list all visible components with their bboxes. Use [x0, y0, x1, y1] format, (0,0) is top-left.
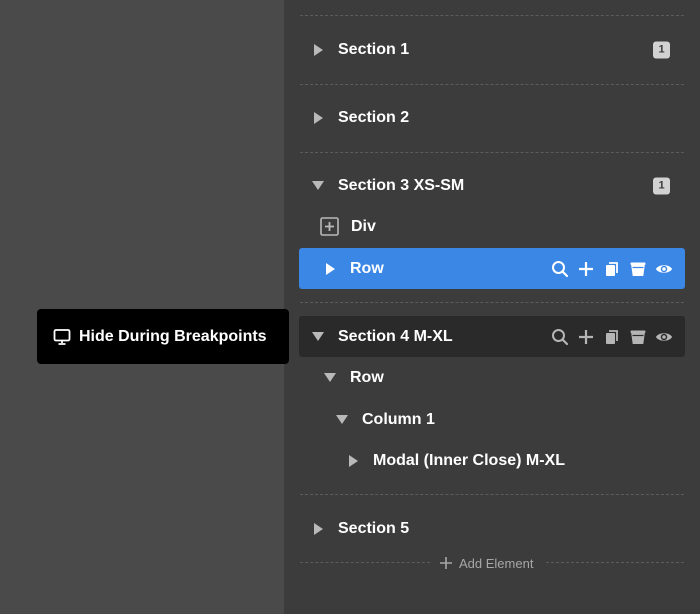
expand-caret-icon[interactable]: [349, 454, 358, 467]
count-badge: 1: [653, 41, 670, 58]
expand-caret-icon[interactable]: [326, 262, 335, 275]
count-badge: 1: [653, 177, 670, 194]
tree-item-row[interactable]: Row: [299, 357, 685, 398]
collapse-caret-icon[interactable]: [324, 373, 336, 382]
delete-icon[interactable]: [629, 260, 647, 278]
section-divider: [300, 84, 684, 85]
add-element-button[interactable]: Add Element: [439, 554, 533, 572]
tree-item-modal[interactable]: Modal (Inner Close) M-XL: [299, 440, 685, 481]
tree-item-label: Column 1: [362, 410, 435, 428]
row-actions: [551, 260, 673, 278]
add-icon[interactable]: [577, 260, 595, 278]
tree-item-label: Div: [351, 217, 376, 235]
collapse-caret-icon[interactable]: [336, 415, 348, 424]
tree-item-row-selected[interactable]: Row: [299, 248, 685, 289]
tree-item-column-1[interactable]: Column 1: [299, 399, 685, 440]
section-divider: [546, 562, 684, 563]
visibility-eye-icon[interactable]: [655, 328, 673, 346]
tree-item-label: Row: [350, 368, 384, 386]
tree-item-div[interactable]: Div: [299, 206, 685, 247]
plus-icon: [440, 557, 452, 569]
search-icon[interactable]: [551, 328, 569, 346]
tree-item-section-2[interactable]: Section 2: [299, 97, 685, 138]
expand-caret-icon[interactable]: [314, 111, 323, 124]
tree-item-label: Section 3 XS-SM: [338, 176, 465, 194]
tree-item-section-5[interactable]: Section 5: [299, 508, 685, 549]
visibility-eye-icon[interactable]: [655, 260, 673, 278]
section-divider: [300, 494, 684, 495]
search-icon[interactable]: [551, 260, 569, 278]
tree-item-section-3[interactable]: Section 3 XS-SM 1: [299, 165, 685, 206]
row-actions: [551, 328, 673, 346]
expand-caret-icon[interactable]: [314, 522, 323, 535]
monitor-icon: [53, 328, 71, 346]
section-divider: [300, 152, 684, 153]
tree-item-section-4[interactable]: Section 4 M-XL: [299, 316, 685, 357]
add-element-label: Add Element: [459, 555, 534, 571]
tree-item-section-1[interactable]: Section 1 1: [299, 29, 685, 70]
tree-item-label: Row: [350, 259, 384, 277]
tree-item-label: Modal (Inner Close) M-XL: [373, 451, 565, 469]
canvas-area: [0, 0, 284, 614]
tree-item-label: Section 1: [338, 40, 410, 58]
duplicate-icon[interactable]: [603, 328, 621, 346]
tooltip-text: Hide During Breakpoints: [79, 327, 267, 345]
duplicate-icon[interactable]: [603, 260, 621, 278]
tree-item-label: Section 4 M-XL: [338, 327, 453, 345]
add-icon[interactable]: [577, 328, 595, 346]
collapse-caret-icon[interactable]: [312, 332, 324, 341]
tooltip-hide-during-breakpoints: Hide During Breakpoints: [37, 309, 289, 364]
layers-panel: Section 1 1 Section 2 Section 3 XS-SM 1 …: [284, 0, 700, 614]
expand-plus-box-icon[interactable]: [320, 217, 339, 236]
expand-caret-icon[interactable]: [314, 43, 323, 56]
section-divider: [300, 15, 684, 16]
tree-item-label: Section 2: [338, 108, 410, 126]
collapse-caret-icon[interactable]: [312, 181, 324, 190]
section-divider: [300, 302, 684, 303]
tree-item-label: Section 5: [338, 519, 410, 537]
delete-icon[interactable]: [629, 328, 647, 346]
section-divider: [300, 562, 430, 563]
